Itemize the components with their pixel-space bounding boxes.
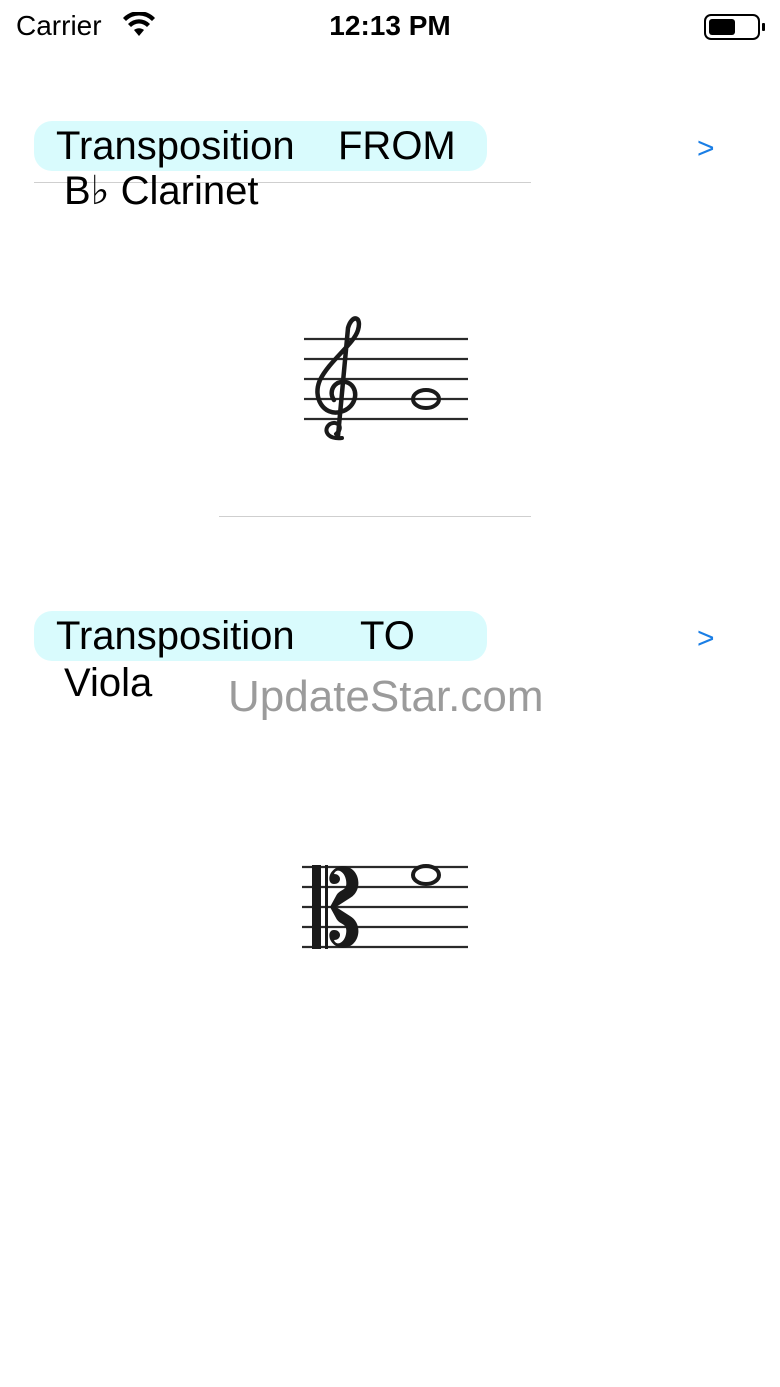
from-header-title: Transposition bbox=[56, 124, 295, 168]
to-instrument-label: Viola bbox=[64, 661, 153, 705]
to-header-title: Transposition bbox=[56, 614, 295, 658]
from-section-header[interactable]: Transposition FROM bbox=[34, 121, 487, 171]
from-divider-bottom bbox=[219, 516, 531, 517]
from-header-direction: FROM bbox=[338, 124, 456, 168]
status-bar: Carrier 12:13 PM bbox=[0, 0, 780, 54]
watermark: UpdateStar.com bbox=[228, 672, 544, 721]
from-chevron-icon[interactable]: > bbox=[697, 132, 715, 166]
to-section-header[interactable]: Transposition TO bbox=[34, 611, 487, 661]
to-chevron-icon[interactable]: > bbox=[697, 622, 715, 656]
to-header-direction: TO bbox=[360, 614, 415, 658]
from-instrument-label: B♭ Clarinet bbox=[64, 169, 259, 213]
alto-staff bbox=[302, 864, 468, 949]
clock: 12:13 PM bbox=[329, 10, 451, 41]
to-whole-note-icon bbox=[411, 864, 441, 886]
battery-icon bbox=[704, 14, 765, 40]
treble-staff bbox=[304, 316, 468, 441]
